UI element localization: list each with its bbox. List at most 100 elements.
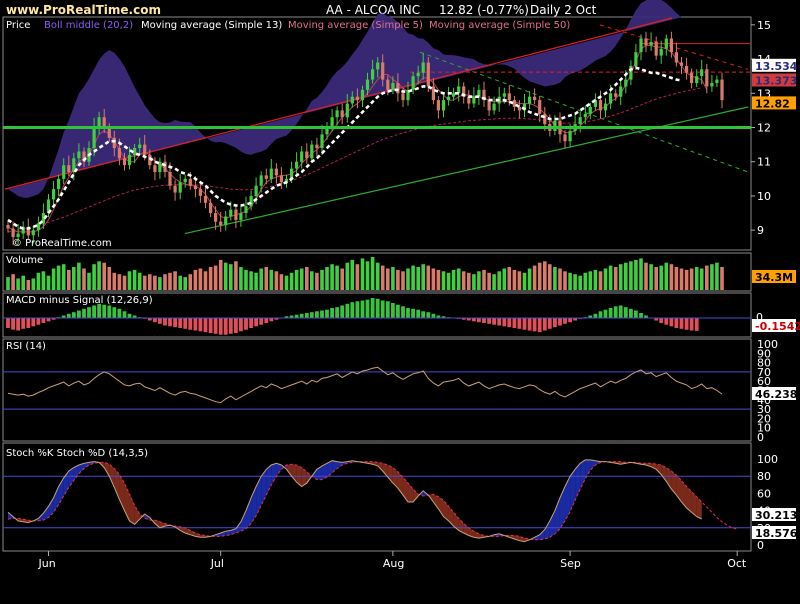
- candle-body: [543, 113, 547, 125]
- candle-body: [695, 76, 699, 83]
- volume-bar: [269, 269, 274, 290]
- volume-bar: [158, 277, 162, 290]
- candle-body: [685, 65, 689, 73]
- candle-body: [320, 134, 324, 149]
- macd-bar: [203, 318, 208, 333]
- candle-body: [16, 233, 20, 237]
- macd-bar: [684, 318, 689, 330]
- volume-bar: [370, 257, 375, 290]
- macd-bar: [664, 318, 669, 325]
- macd-bar: [188, 318, 193, 330]
- month-label: Jul: [210, 557, 224, 570]
- candle-body: [209, 202, 213, 214]
- macd-bar: [629, 308, 633, 318]
- macd-bar: [659, 318, 664, 323]
- candle-body: [127, 154, 132, 166]
- macd-bar: [355, 301, 360, 318]
- last-price-badge: 12.82: [755, 97, 790, 110]
- volume-bar: [249, 271, 253, 290]
- volume-bar: [102, 262, 106, 290]
- price-legend-item: Price: [6, 20, 30, 31]
- price-legend-item: Moving average (Simple 50): [429, 20, 570, 31]
- price-legend-item: Moving average (Simple 5): [288, 20, 423, 31]
- macd-bar: [92, 305, 96, 318]
- volume-bar: [142, 275, 147, 290]
- volume-bar: [244, 269, 248, 290]
- candle-body: [295, 161, 299, 169]
- candle-body: [568, 130, 572, 142]
- candle-body: [214, 213, 218, 222]
- volume-bar: [380, 265, 385, 290]
- candle-body: [376, 62, 380, 70]
- stoch-tick-label: 100: [757, 453, 778, 466]
- volume-bar: [598, 271, 603, 290]
- candle-body: [715, 79, 719, 83]
- volume-bar: [6, 277, 10, 290]
- volume-bar: [26, 280, 31, 290]
- macd-bar: [239, 318, 243, 332]
- macd-bar: [183, 318, 188, 329]
- volume-bar: [350, 259, 355, 290]
- volume-bar: [461, 271, 466, 290]
- volume-bar: [573, 274, 577, 290]
- macd-bar: [163, 318, 167, 326]
- site-title[interactable]: www.ProRealTime.com: [6, 3, 161, 17]
- macd-bar: [208, 318, 213, 333]
- macd-bar: [315, 311, 319, 318]
- stoch-tick-label: 80: [757, 470, 771, 483]
- macd-bar: [679, 318, 684, 329]
- macd-bar: [613, 306, 618, 318]
- candle-body: [143, 144, 147, 155]
- candle-body: [300, 151, 304, 162]
- macd-bar: [264, 318, 269, 323]
- candle-body: [659, 48, 663, 56]
- candle-body: [598, 100, 603, 111]
- macd-bar: [603, 309, 608, 318]
- macd-bar: [249, 318, 253, 328]
- volume-bar: [360, 258, 365, 290]
- candle-body: [173, 185, 177, 193]
- candle-body: [168, 172, 172, 186]
- volume-bar: [279, 274, 284, 290]
- volume-bar: [31, 278, 36, 290]
- candle-body: [102, 117, 106, 128]
- volume-bar: [127, 271, 132, 290]
- macd-bar: [477, 318, 481, 323]
- volume-bar: [654, 267, 658, 290]
- candle-body: [234, 209, 238, 220]
- volume-bar: [264, 267, 269, 290]
- macd-bar: [325, 309, 329, 318]
- volume-bar: [441, 271, 446, 290]
- volume-bar: [578, 275, 582, 290]
- volume-bar: [613, 267, 618, 290]
- volume-bar: [497, 271, 501, 290]
- candle-body: [350, 96, 354, 104]
- volume-bar: [527, 268, 532, 290]
- candle-body: [411, 76, 415, 90]
- volume-bar: [208, 267, 213, 290]
- volume-bar: [522, 272, 527, 290]
- macd-bar: [517, 318, 522, 329]
- volume-bar: [330, 264, 334, 290]
- volume-badge: 34.3M: [755, 271, 793, 284]
- price-tick-label: 11: [757, 156, 771, 169]
- volume-bar: [305, 267, 309, 290]
- macd-bar: [66, 313, 71, 318]
- macd-bar: [244, 318, 248, 330]
- candle-body: [421, 62, 425, 73]
- last-quote: 12.82 (-0.77%): [439, 3, 529, 17]
- candle-body: [487, 100, 491, 111]
- rsi-title: RSI (14): [6, 341, 46, 352]
- candle-body: [441, 100, 446, 111]
- candle-body: [690, 72, 694, 84]
- macd-bar: [527, 318, 532, 331]
- macd-bar: [502, 318, 507, 327]
- macd-bar: [320, 310, 324, 318]
- volume-bar: [213, 265, 218, 290]
- candle-body: [138, 144, 142, 148]
- candle-body: [578, 117, 582, 124]
- macd-bar: [669, 318, 674, 327]
- volume-bar: [375, 262, 380, 290]
- volume-bar: [492, 274, 496, 290]
- candle-body: [279, 175, 283, 183]
